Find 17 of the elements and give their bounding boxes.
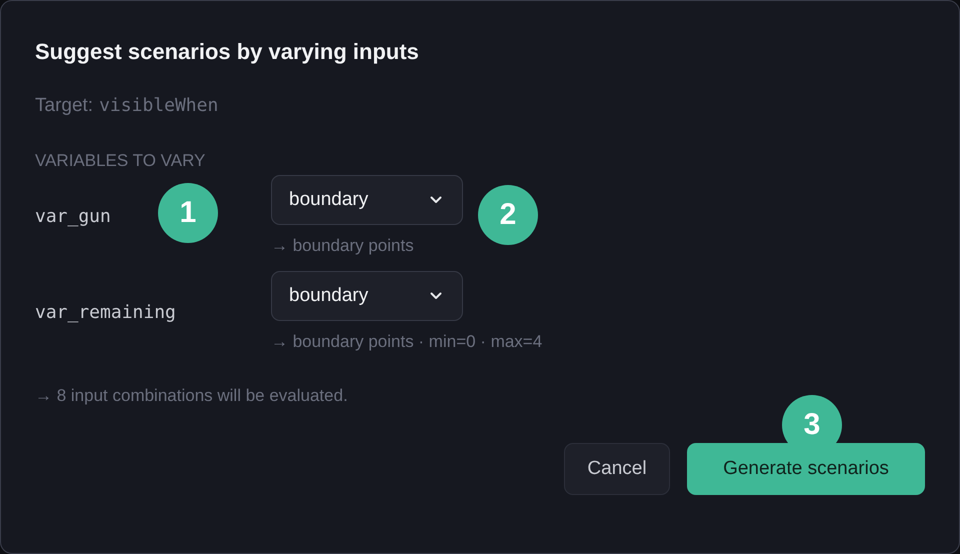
variable-name: var_gun <box>35 206 111 226</box>
section-label: VARIABLES TO VARY <box>35 150 206 172</box>
variable-name: var_remaining <box>35 302 176 322</box>
strategy-hint: → boundary points · min=0 · max=4 <box>271 331 542 353</box>
dialog-title: Suggest scenarios by varying inputs <box>35 38 420 66</box>
strategy-dropdown[interactable]: boundary <box>271 271 463 321</box>
summary-text: → 8 input combinations will be evaluated. <box>35 385 349 407</box>
step-number: 2 <box>478 185 538 245</box>
target-label: Target: <box>35 95 94 116</box>
target-value: visibleWhen <box>99 95 218 116</box>
generate-button[interactable]: Generate scenarios <box>687 443 925 495</box>
step-number: 1 <box>158 183 218 243</box>
strategy-hint: → boundary points <box>271 235 415 257</box>
cancel-button[interactable]: Cancel <box>564 443 670 495</box>
chevron-down-icon <box>430 196 442 204</box>
chevron-down-icon <box>430 292 442 300</box>
strategy-dropdown[interactable]: boundary <box>271 175 463 225</box>
